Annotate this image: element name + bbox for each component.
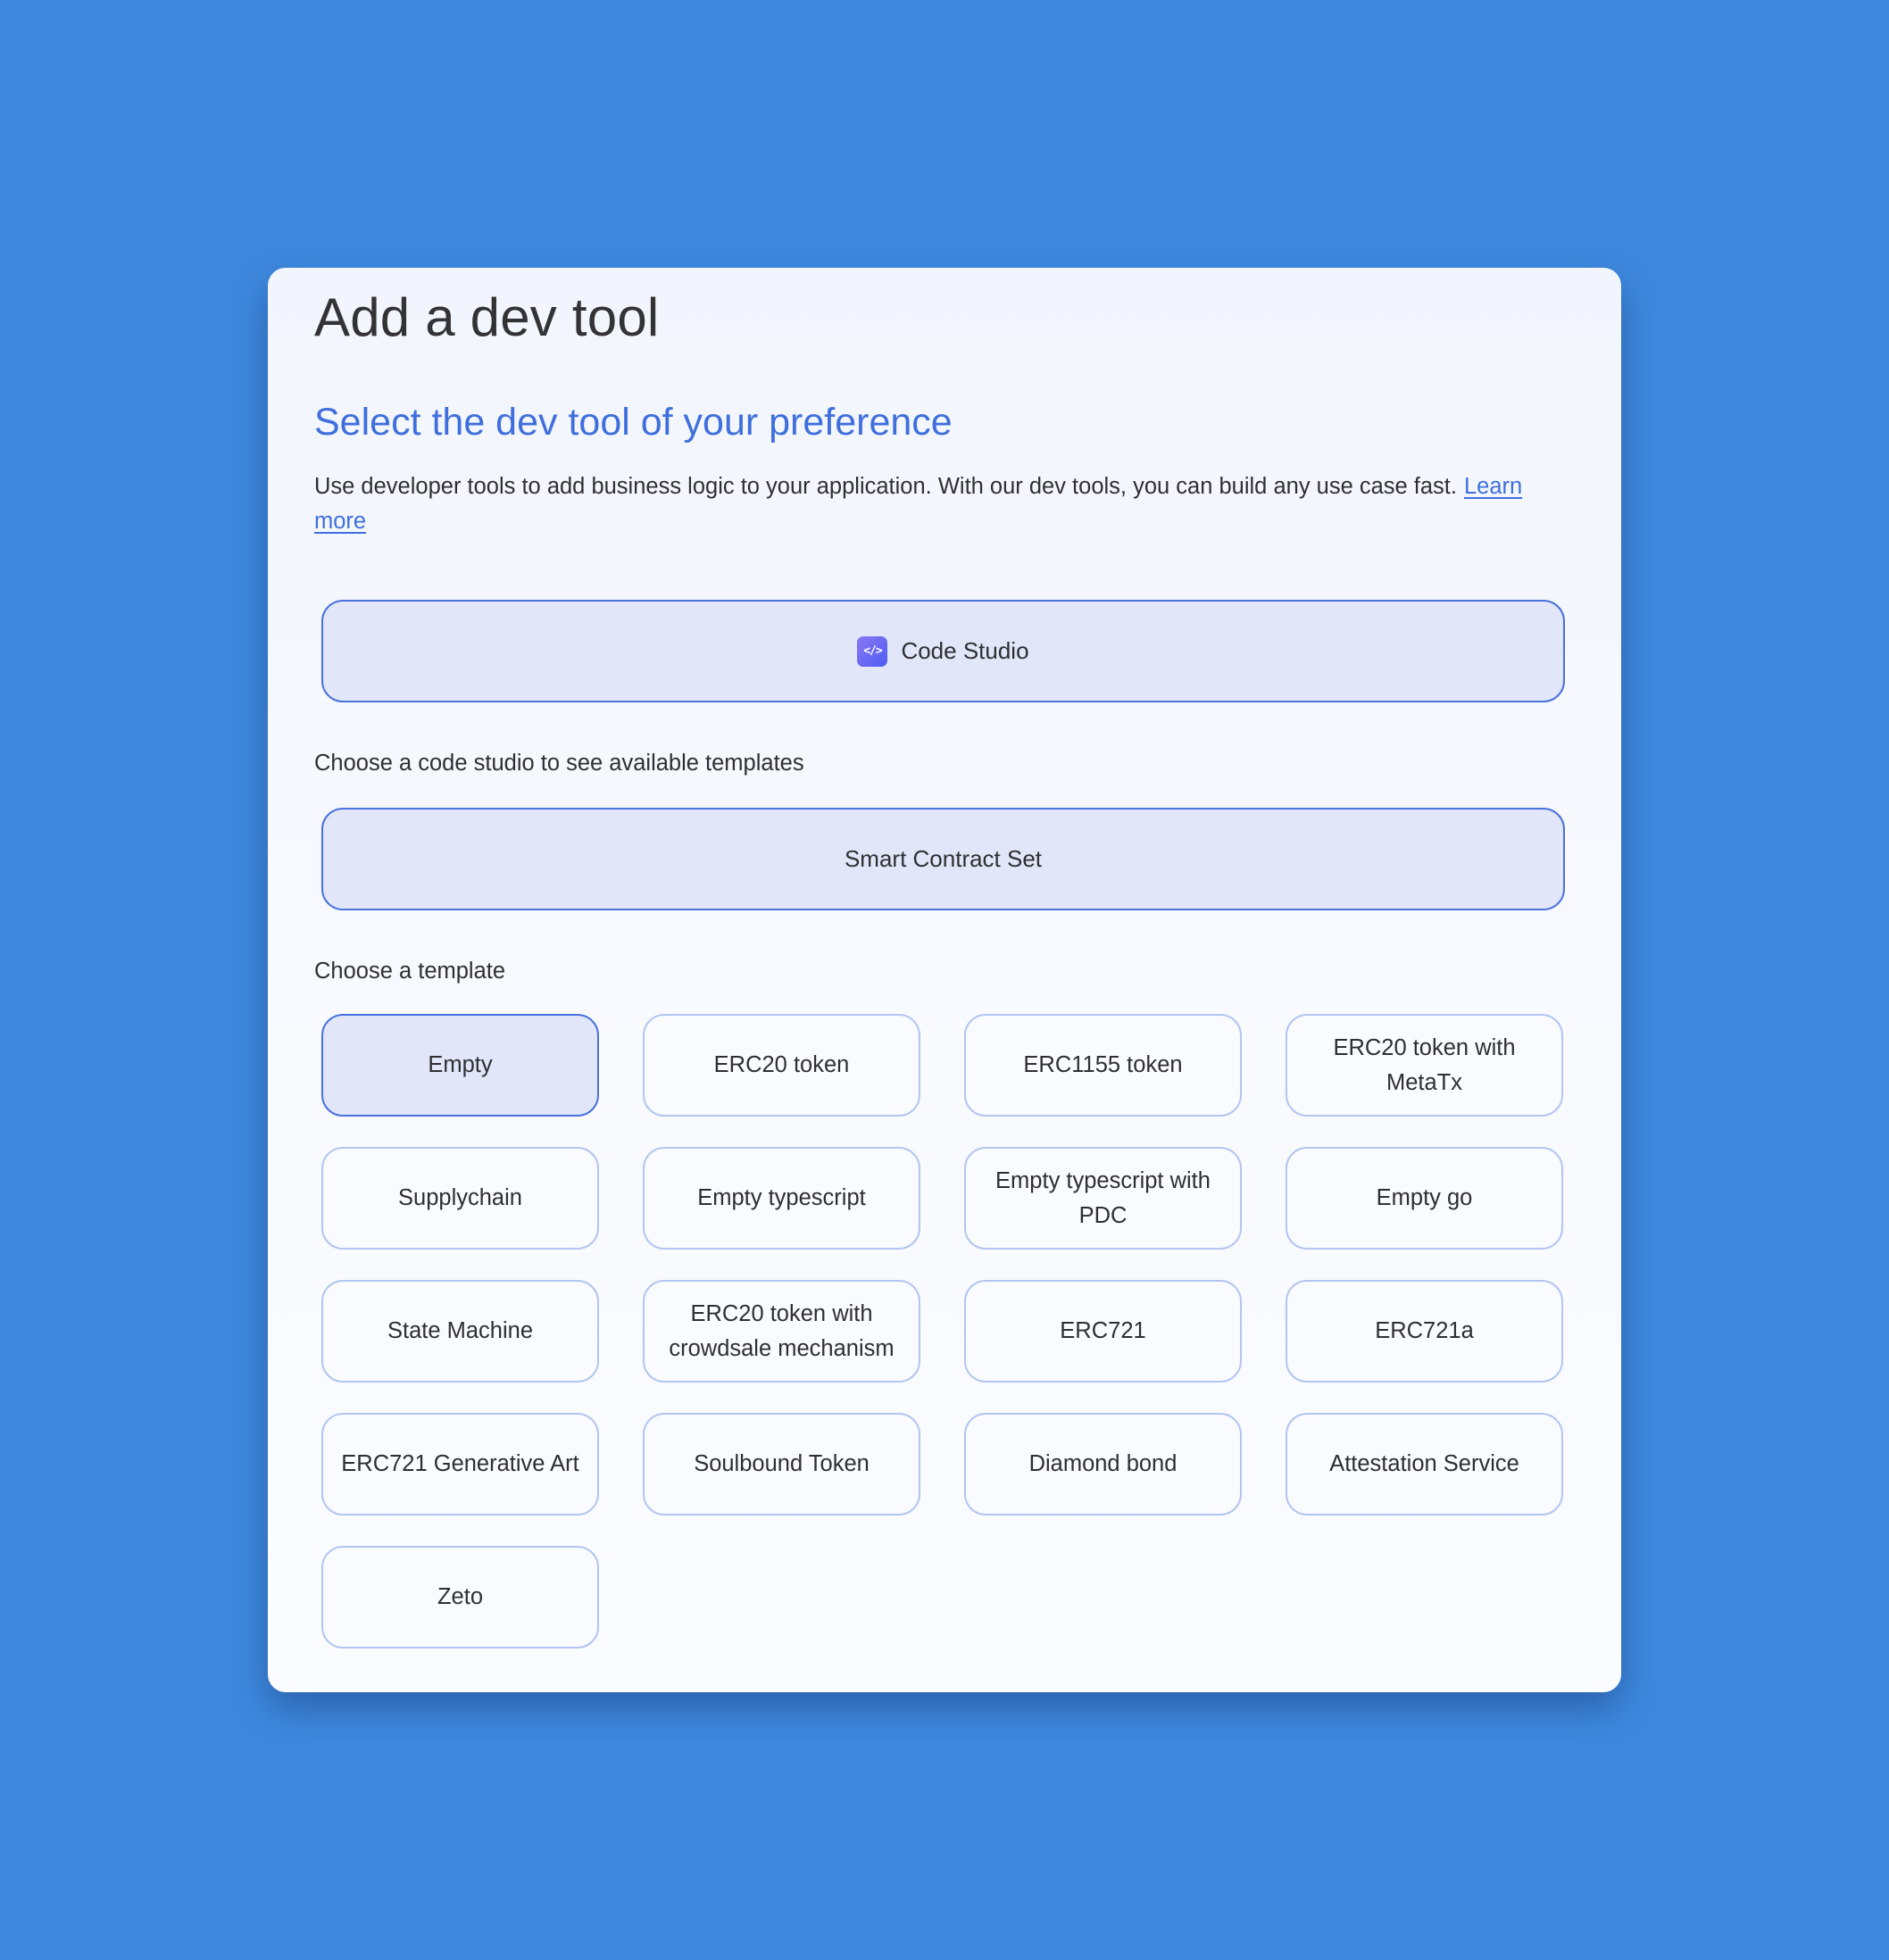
template-label: State Machine <box>387 1318 533 1343</box>
template-option[interactable]: ERC1155 token <box>964 1014 1242 1117</box>
template-option[interactable]: Diamond bond <box>964 1413 1242 1516</box>
template-label: ERC20 token with MetaTx <box>1333 1034 1516 1095</box>
dialog-description: Use developer tools to add business logi… <box>314 469 1564 539</box>
template-option[interactable]: Empty typescript with PDC <box>964 1147 1242 1250</box>
dialog-subtitle: Select the dev tool of your preference <box>314 401 953 444</box>
code-studio-section-label: Choose a code studio to see available te… <box>314 751 804 776</box>
template-option[interactable]: Empty typescript <box>643 1147 920 1250</box>
template-label: Zeto <box>437 1584 484 1609</box>
code-studio-button[interactable]: </> Code Studio <box>321 600 1565 702</box>
template-label: ERC721 <box>1060 1318 1146 1343</box>
template-option[interactable]: ERC20 token <box>643 1014 920 1117</box>
template-section-label: Choose a template <box>314 959 506 984</box>
template-label: Diamond bond <box>1028 1451 1178 1476</box>
description-text: Use developer tools to add business logi… <box>314 474 1457 499</box>
template-option[interactable]: Supplychain <box>321 1147 599 1250</box>
template-option[interactable]: ERC20 token with crowdsale mechanism <box>643 1280 920 1383</box>
template-label: Attestation Service <box>1329 1451 1519 1476</box>
template-option[interactable]: Empty <box>321 1014 599 1117</box>
template-option[interactable]: Zeto <box>321 1546 599 1649</box>
template-label: ERC721 Generative Art <box>341 1451 579 1476</box>
template-label: Empty typescript <box>697 1185 866 1210</box>
template-grid: Empty ERC20 token ERC1155 token ERC20 to… <box>321 1014 1565 1649</box>
template-option[interactable]: ERC721 Generative Art <box>321 1413 599 1516</box>
template-option[interactable]: State Machine <box>321 1280 599 1383</box>
template-option[interactable]: Soulbound Token <box>643 1413 920 1516</box>
add-dev-tool-dialog: Add a dev tool Select the dev tool of yo… <box>268 268 1621 1692</box>
template-label: Supplychain <box>398 1185 522 1210</box>
template-label: ERC20 token with crowdsale mechanism <box>669 1300 895 1361</box>
template-label: Soulbound Token <box>694 1451 870 1476</box>
dialog-title: Add a dev tool <box>314 287 660 347</box>
template-label: ERC1155 token <box>1023 1052 1183 1077</box>
template-option[interactable]: ERC721a <box>1286 1280 1563 1383</box>
template-label: Empty <box>428 1052 493 1077</box>
template-option[interactable]: ERC20 token with MetaTx <box>1286 1014 1563 1117</box>
smart-contract-set-button[interactable]: Smart Contract Set <box>321 808 1565 910</box>
code-studio-label: Code Studio <box>901 637 1029 664</box>
template-option[interactable]: ERC721 <box>964 1280 1242 1383</box>
template-label: Empty go <box>1376 1185 1473 1210</box>
template-option[interactable]: Empty go <box>1286 1147 1563 1250</box>
template-label: Empty typescript with PDC <box>995 1167 1211 1228</box>
code-brackets-icon: </> <box>857 635 888 667</box>
template-option[interactable]: Attestation Service <box>1286 1413 1563 1516</box>
template-label: ERC20 token <box>713 1052 850 1077</box>
template-label: ERC721a <box>1375 1318 1474 1343</box>
smart-contract-set-label: Smart Contract Set <box>844 845 1043 872</box>
